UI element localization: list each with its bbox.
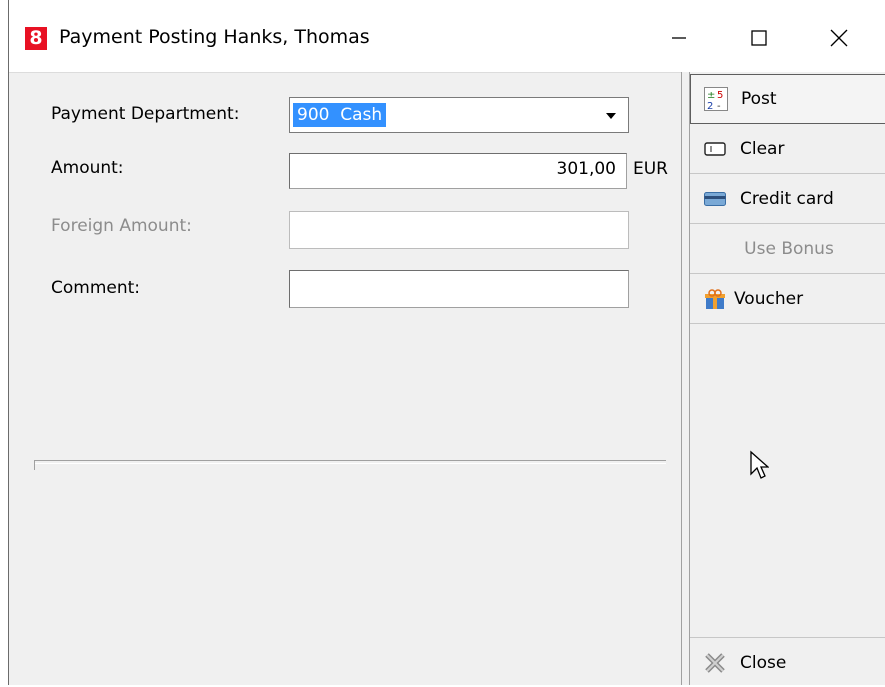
svg-text:2: 2 [707,101,713,111]
amount-value: 301,00 [556,159,616,179]
svg-text:-: - [717,101,721,111]
payment-department-label: Payment Department: [51,104,240,124]
voucher-label: Voucher [734,288,804,309]
window-close-button[interactable] [799,14,879,62]
post-label: Post [741,89,777,109]
clear-eraser-icon [702,136,728,162]
mouse-pointer-icon [749,450,770,485]
foreign-amount-input[interactable] [289,211,629,249]
payment-department-select[interactable]: 900 Cash [289,97,629,133]
comment-input[interactable] [289,270,629,308]
use-bonus-label: Use Bonus [744,238,834,259]
amount-label: Amount: [51,158,124,178]
svg-text:5: 5 [717,90,723,101]
clear-label: Clear [740,138,785,159]
window-title: Payment Posting Hanks, Thomas [59,26,370,48]
payment-department-value: 900 Cash [293,103,387,127]
gift-voucher-icon [702,286,728,312]
maximize-button[interactable] [719,14,799,62]
maximize-icon [751,30,767,46]
action-sidebar: ± 5 2 - Post Clear Credit card Use Bonus… [681,72,885,685]
amount-input[interactable]: 301,00 [289,153,627,189]
post-button[interactable]: ± 5 2 - Post [690,74,885,124]
app-logo-icon: 8 [25,27,47,50]
close-label: Close [740,652,787,673]
payment-posting-window: 8 Payment Posting Hanks, Thomas Payment … [8,0,885,685]
credit-card-icon [702,186,728,212]
svg-text:±: ± [707,90,715,101]
comment-label: Comment: [51,278,141,298]
minimize-icon [672,37,686,39]
dropdown-button[interactable] [598,103,624,128]
action-sidebar-inner: ± 5 2 - Post Clear Credit card Use Bonus… [689,72,885,685]
divider-tick [34,461,35,470]
use-bonus-button[interactable]: Use Bonus [690,224,885,274]
currency-label: EUR [633,159,668,179]
close-icon [830,29,848,47]
post-calculator-icon: ± 5 2 - [703,86,729,112]
chevron-down-icon [606,112,616,119]
credit-card-button[interactable]: Credit card [690,174,885,224]
close-action-button[interactable]: Close [690,637,885,687]
credit-card-label: Credit card [740,188,834,209]
clear-button[interactable]: Clear [690,124,885,174]
title-bar: 8 Payment Posting Hanks, Thomas [9,0,885,73]
divider [34,460,666,464]
voucher-button[interactable]: Voucher [690,274,885,324]
close-cross-icon [702,650,728,676]
foreign-amount-label: Foreign Amount: [51,216,192,236]
minimize-button[interactable] [639,14,719,62]
